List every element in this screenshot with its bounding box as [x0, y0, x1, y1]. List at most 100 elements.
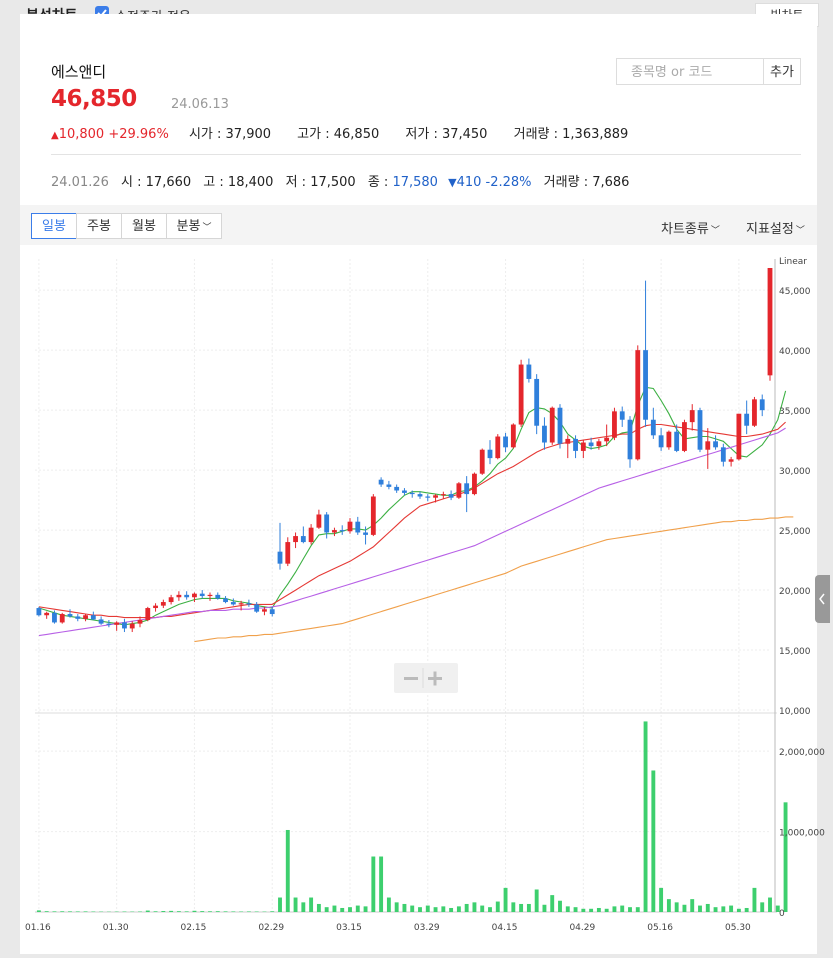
volume-bar: [760, 902, 765, 912]
volume-bar: [161, 911, 166, 912]
volume-bar: [480, 905, 485, 912]
candle-body: [370, 496, 376, 535]
candle-body: [324, 514, 330, 533]
volume-bar: [752, 887, 757, 912]
candle-body: [705, 441, 711, 450]
volume-bar: [519, 903, 524, 912]
candle-body: [316, 514, 322, 528]
price-tick-label: 25,000: [779, 527, 811, 537]
candle-body: [59, 614, 65, 623]
volume-bar: [768, 897, 772, 912]
candle-body: [604, 437, 610, 442]
volume-bar: [44, 911, 49, 912]
volume-bar: [628, 907, 632, 912]
volume-bar: [449, 907, 454, 912]
volume-bar: [441, 906, 446, 912]
candle-body: [728, 459, 734, 462]
volume-bar: [729, 905, 734, 912]
volume-bar: [410, 905, 415, 912]
volume-bar: [744, 907, 749, 912]
volume-bar: [659, 887, 664, 912]
volume-bar: [36, 910, 41, 912]
candle-body: [223, 598, 228, 603]
candle-body: [347, 521, 353, 532]
open-label: 시가: [188, 127, 213, 142]
crosshair-low: 17,500: [310, 175, 356, 190]
volume-bar: [542, 904, 547, 912]
volume-bar: [713, 907, 718, 912]
candle-body: [440, 494, 446, 496]
crosshair-high-label: 고: [203, 175, 216, 190]
date-tick-label: 02.29: [258, 923, 284, 931]
candle-body: [254, 604, 260, 612]
candle-body: [160, 602, 166, 606]
stock-search-input[interactable]: 종목명 or 코드: [616, 58, 766, 85]
volume-tick-label: 2,000,000: [779, 748, 825, 758]
volume-bar: [223, 911, 228, 912]
volume-bar: [379, 856, 384, 912]
candle-body: [269, 609, 275, 615]
volume-bar: [200, 911, 205, 912]
volume-bar: [464, 903, 469, 912]
high-value: 46,850: [333, 127, 380, 142]
volume-bar: [192, 910, 197, 912]
candle-body: [689, 410, 695, 423]
scale-type-label[interactable]: Linear: [779, 257, 807, 267]
volume-bar: [60, 911, 65, 912]
volume-bar: [332, 905, 337, 912]
candle-body: [308, 527, 314, 543]
volume-bar: [348, 907, 352, 912]
candle-body: [612, 411, 617, 438]
volume-bar: [433, 907, 438, 912]
volume-bar: [534, 889, 539, 912]
price-tick-label: 30,000: [779, 467, 811, 477]
change-value: 10,800: [58, 127, 105, 142]
volume-bar: [246, 911, 251, 912]
volume-bar: [635, 907, 640, 912]
candle-body: [542, 425, 547, 443]
volume-bar: [472, 902, 477, 912]
candle-body: [627, 419, 633, 460]
volume-bar: [215, 911, 220, 912]
price-tick-label: 10,000: [779, 707, 811, 717]
candle-body: [666, 431, 672, 448]
candle-body: [207, 594, 213, 597]
volume-bar: [301, 902, 306, 912]
candle-body: [90, 615, 96, 620]
volume-bar: [278, 897, 282, 912]
zoom-out-icon[interactable]: [404, 677, 418, 680]
volume-label: 거래량: [513, 127, 550, 142]
candle-body: [433, 495, 438, 498]
price-tick-label: 35,000: [779, 407, 811, 417]
volume-bar: [270, 911, 275, 912]
candle-body: [394, 486, 400, 491]
current-price: 46,850: [51, 86, 137, 112]
candle-body: [596, 441, 602, 447]
candle-body: [153, 605, 158, 609]
volume-bar: [674, 902, 679, 912]
volume-bar: [589, 908, 594, 912]
candle-body: [363, 532, 368, 535]
candle-body: [129, 623, 135, 629]
candle-body: [650, 419, 656, 436]
candle-body: [36, 608, 42, 616]
candle-body: [386, 484, 392, 487]
add-button[interactable]: 추가: [763, 58, 801, 85]
volume-bar: [604, 908, 609, 912]
crosshair-change-percent: -2.28%: [485, 175, 532, 190]
candle-body: [720, 447, 726, 462]
volume-bar: [511, 902, 516, 912]
candle-body: [285, 542, 291, 564]
candle-body: [238, 603, 244, 605]
candle-body: [759, 399, 765, 411]
volume-bar: [612, 906, 617, 912]
candle-body: [44, 612, 50, 616]
candle-body: [67, 614, 73, 617]
volume-bar: [68, 911, 72, 912]
side-panel-toggle[interactable]: [815, 575, 830, 623]
candle-body: [643, 350, 648, 420]
price-date: 24.06.13: [171, 97, 229, 112]
stock-chart[interactable]: Linear 10,000 15,000 20,000 25,000 30,000 35,0…: [0, 231, 833, 931]
price-summary: ▲10,800 +29.96% 시가 : 37,900 고가 : 46,850 …: [51, 127, 629, 142]
volume-tick-label: 1,000,000: [779, 829, 825, 839]
